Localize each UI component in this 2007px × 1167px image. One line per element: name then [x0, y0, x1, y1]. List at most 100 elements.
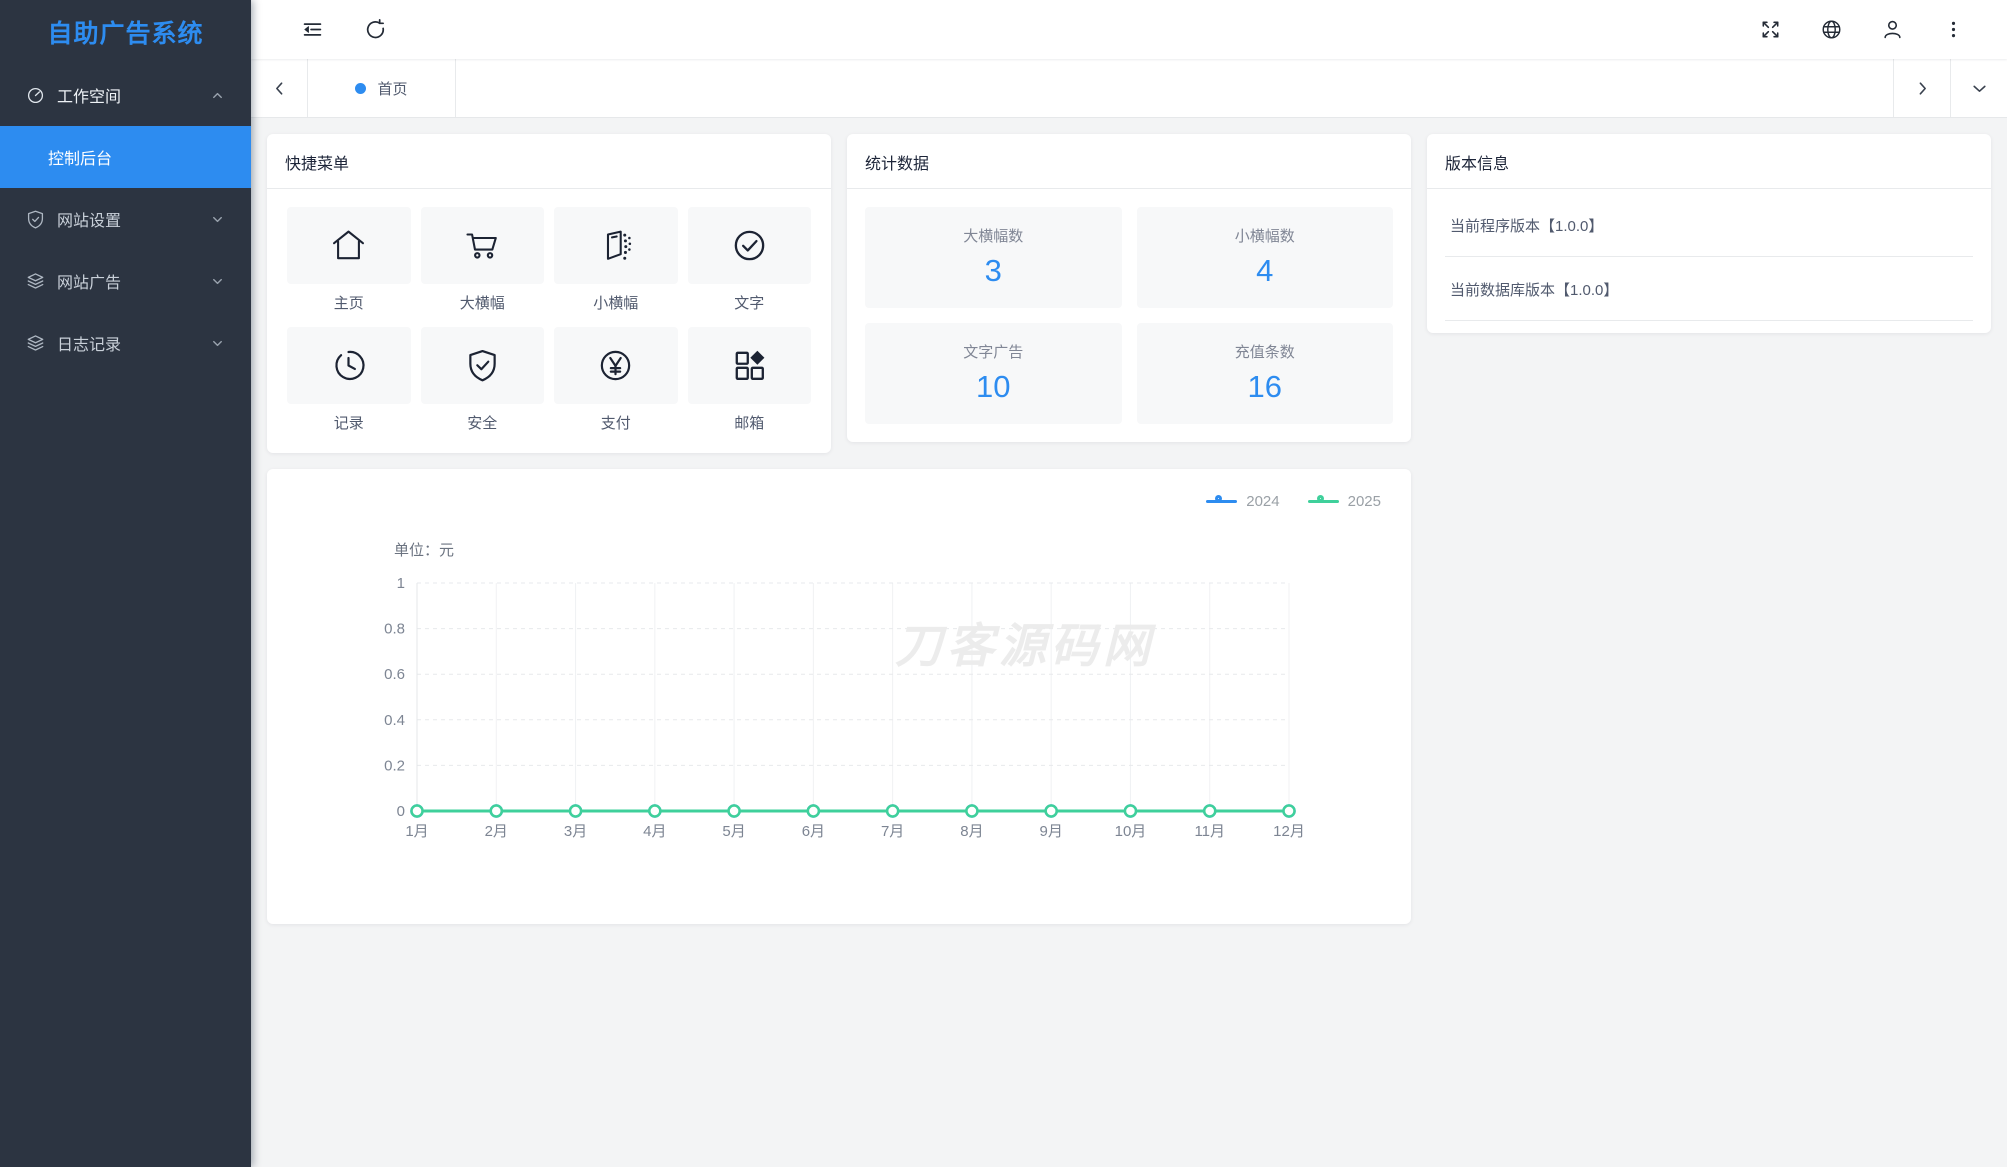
globe-icon[interactable] — [1820, 18, 1843, 41]
sidebar-item-logs[interactable]: 日志记录 — [0, 312, 251, 374]
y-tick-label: 0.6 — [384, 666, 405, 683]
layers-icon — [25, 333, 46, 354]
quick-item-records[interactable]: 记录 — [287, 327, 411, 447]
stats-card: 统计数据 大横幅数 3 小横幅数 4 文字广告 10 充值条数 16 — [847, 134, 1411, 442]
header-right-actions — [1759, 18, 1965, 41]
sidebar-item-label: 日志记录 — [57, 337, 122, 354]
data-point — [1202, 804, 1217, 818]
quick-menu-grid: 主页 大横幅 小横幅 文字 记录 安全 支付 邮箱 — [267, 189, 831, 453]
legend-label: 2024 — [1246, 493, 1280, 510]
chevron-down-icon — [210, 274, 225, 289]
x-tick-label: 5月 — [722, 823, 745, 840]
quick-item-mailbox[interactable]: 邮箱 — [687, 327, 811, 447]
chart-unit-label: 单位：元 — [394, 542, 455, 559]
sidebar-item-workspace[interactable]: 工作空间 — [0, 64, 251, 126]
tab-bar: 首页 — [251, 59, 2007, 118]
x-tick-label: 12月 — [1273, 823, 1305, 840]
x-tick-label: 10月 — [1115, 823, 1147, 840]
x-tick-label: 9月 — [1040, 823, 1063, 840]
quick-menu-card: 快捷菜单 主页 大横幅 小横幅 文字 记录 安全 支付 邮箱 — [267, 134, 831, 453]
workspace-submenu: 控制后台 — [0, 126, 251, 188]
top-header — [251, 0, 2007, 59]
data-point — [410, 804, 424, 818]
data-point — [1044, 804, 1058, 818]
legend-item-2024[interactable]: 2024 — [1206, 493, 1280, 510]
card-title: 版本信息 — [1427, 134, 1991, 189]
quick-item-small-banner[interactable]: 小横幅 — [554, 207, 678, 327]
card-title: 快捷菜单 — [267, 134, 831, 189]
header-left-actions — [301, 18, 387, 41]
sidebar-item-site-settings[interactable]: 网站设置 — [0, 188, 251, 250]
tabs-scroll-left-button[interactable] — [251, 59, 308, 117]
home-icon — [330, 227, 367, 264]
user-icon[interactable] — [1881, 18, 1904, 41]
x-tick-label: 11月 — [1194, 823, 1225, 840]
gauge-icon — [25, 85, 46, 106]
quick-item-big-banner[interactable]: 大横幅 — [420, 207, 544, 327]
y-tick-label: 0.4 — [384, 712, 405, 729]
app-title: 自助广告系统 — [47, 20, 204, 48]
y-tick-label: 0.2 — [384, 757, 405, 774]
tabs-menu-button[interactable] — [1950, 59, 2007, 117]
yen-circle-icon — [597, 347, 634, 384]
data-point — [489, 804, 504, 818]
active-tab-dot — [355, 82, 367, 94]
tabs-scroll-right-button[interactable] — [1893, 59, 1950, 117]
version-card: 版本信息 当前程序版本【1.0.0】 当前数据库版本【1.0.0】 — [1427, 134, 1991, 333]
legend-label: 2025 — [1347, 493, 1381, 510]
sidebar-item-label: 网站广告 — [57, 275, 122, 292]
main-column: 首页 快捷菜单 主页 大横幅 小横幅 文字 记录 安全 支付 邮箱 统计数据 大… — [251, 0, 2007, 1167]
fullscreen-icon[interactable] — [1759, 18, 1782, 41]
version-list: 当前程序版本【1.0.0】 当前数据库版本【1.0.0】 — [1427, 189, 1991, 333]
x-tick-label: 3月 — [564, 823, 587, 840]
stats-grid: 大横幅数 3 小横幅数 4 文字广告 10 充值条数 16 — [847, 189, 1411, 442]
quick-item-payment[interactable]: 支付 — [554, 327, 678, 447]
legend-item-2025[interactable]: 2025 — [1307, 493, 1381, 510]
sidebar-item-site-ads[interactable]: 网站广告 — [0, 250, 251, 312]
clock-icon — [330, 347, 367, 384]
sidebar-subitem-control-backend[interactable]: 控制后台 — [0, 126, 251, 188]
card-title: 统计数据 — [847, 134, 1411, 189]
refresh-icon[interactable] — [364, 18, 387, 41]
sidebar: 自助广告系统 工作空间 控制后台 网站设置 网站广告 日志记录 — [0, 0, 251, 1167]
quick-item-text[interactable]: 文字 — [687, 207, 811, 327]
x-tick-label: 6月 — [802, 823, 825, 840]
chevron-down-icon — [210, 212, 225, 227]
data-point — [1282, 804, 1296, 818]
menu-fold-icon[interactable] — [301, 18, 324, 41]
x-tick-label: 4月 — [643, 823, 666, 840]
chevron-down-icon — [210, 336, 225, 351]
quick-item-home[interactable]: 主页 — [287, 207, 411, 327]
apps-icon — [731, 347, 768, 384]
page-content: 快捷菜单 主页 大横幅 小横幅 文字 记录 安全 支付 邮箱 统计数据 大横幅数… — [251, 118, 2007, 1167]
y-tick-label: 0.8 — [384, 621, 405, 638]
shield-check-icon — [464, 347, 501, 384]
data-point — [727, 804, 741, 818]
program-version-row: 当前程序版本【1.0.0】 — [1445, 193, 1973, 257]
stat-big-banner-count: 大横幅数 3 — [865, 207, 1122, 308]
tab-bar-spacer — [456, 59, 1893, 117]
tab-home[interactable]: 首页 — [308, 59, 456, 117]
y-tick-label: 1 — [397, 575, 405, 592]
y-tick-label: 0 — [397, 803, 405, 820]
quick-item-security[interactable]: 安全 — [420, 327, 544, 447]
stat-text-ads-count: 文字广告 10 — [865, 323, 1122, 424]
data-point — [965, 804, 979, 818]
legend-marker — [1206, 495, 1238, 508]
tab-label: 首页 — [377, 80, 408, 98]
chevron-up-icon — [210, 88, 225, 103]
x-tick-label: 2月 — [485, 823, 508, 840]
data-point — [806, 804, 821, 818]
layers-icon — [25, 271, 46, 292]
data-point — [885, 804, 900, 818]
chart-legend: 2024 2025 — [1206, 493, 1381, 510]
data-point — [568, 804, 583, 818]
line-chart: 1月 2月 3月 4月 5月 6月 7月 8月 9月 10月 11月 12月 0 0.2 0.4 0.6 0.8… — [384, 575, 1305, 840]
more-vertical-icon[interactable] — [1942, 18, 1965, 41]
x-tick-label: 8月 — [960, 823, 983, 840]
sidebar-item-label: 工作空间 — [57, 89, 122, 106]
x-tick-label: 7月 — [881, 823, 904, 840]
stat-recharge-count: 充值条数 16 — [1136, 323, 1393, 424]
data-point — [648, 804, 662, 818]
check-circle-icon — [731, 227, 768, 264]
